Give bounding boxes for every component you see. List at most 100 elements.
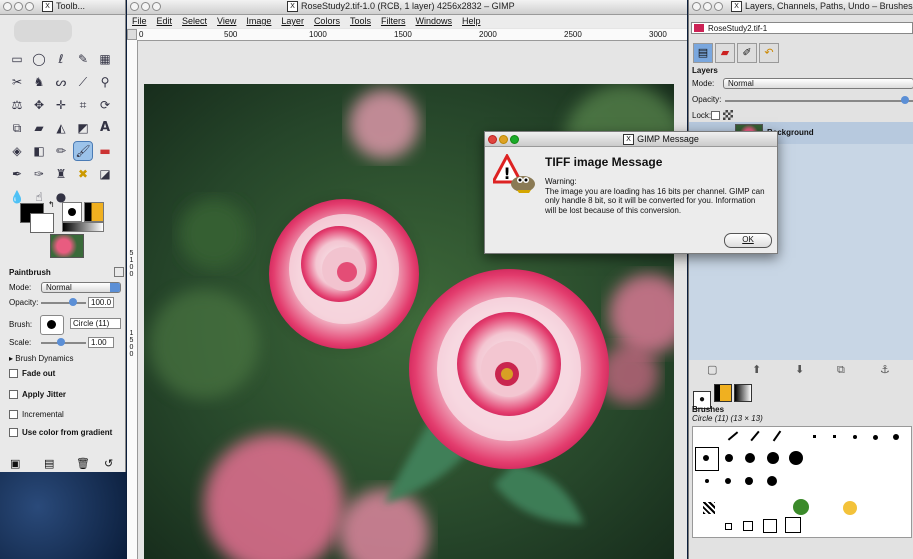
brush-name-field[interactable]: Circle (11) [70, 318, 121, 329]
active-image-thumbnail[interactable] [50, 234, 84, 258]
brush-item[interactable] [743, 521, 753, 531]
toolbox-titlebar[interactable]: X Toolb... [0, 0, 125, 15]
tab-channels-icon[interactable]: ▰ [715, 43, 735, 63]
text-tool-icon[interactable]: A [96, 119, 114, 137]
lower-layer-icon[interactable]: ⬇ [795, 363, 804, 376]
pattern-preview[interactable] [84, 202, 104, 222]
zoom-button[interactable] [152, 2, 161, 11]
move-tool-icon[interactable]: ✥ [30, 96, 48, 114]
ok-button[interactable]: OK [724, 233, 772, 248]
brush-item[interactable] [763, 519, 777, 533]
tab-patterns-icon[interactable] [713, 384, 732, 402]
apply-jitter-checkbox[interactable] [9, 390, 18, 399]
tab-layers-icon[interactable]: ▤ [693, 43, 713, 63]
minimize-button[interactable] [703, 2, 712, 11]
image-titlebar[interactable]: X RoseStudy2.tif-1.0 (RCB, 1 layer) 4256x… [127, 0, 687, 15]
menu-edit[interactable]: Edit [157, 16, 173, 26]
anchor-layer-icon[interactable]: ⚓ [880, 363, 890, 376]
fuzzy-select-tool-icon[interactable]: ✎ [74, 50, 92, 68]
reset-options-icon[interactable]: ↺ [104, 457, 113, 470]
brush-item[interactable] [767, 452, 779, 464]
scale-slider[interactable] [41, 338, 86, 346]
pencil-tool-icon[interactable]: ✏ [52, 142, 70, 160]
tab-gradients-icon[interactable] [734, 384, 753, 402]
ellipse-select-tool-icon[interactable]: ◯ [30, 50, 48, 68]
flip-tool-icon[interactable]: ◩ [74, 119, 92, 137]
rect-select-tool-icon[interactable]: ▭ [8, 50, 26, 68]
scissors-tool-icon[interactable]: ✂ [8, 73, 26, 91]
eraser-tool-icon[interactable]: ▬ [96, 142, 114, 160]
brush-item[interactable] [813, 435, 816, 438]
layers-titlebar[interactable]: X Layers, Channels, Paths, Undo – Brushes [689, 0, 913, 15]
wilber-drop-area[interactable] [14, 20, 72, 42]
image-selector[interactable]: RoseStudy2.tif-1 [691, 22, 913, 34]
brush-item[interactable] [873, 435, 878, 440]
new-layer-icon[interactable]: ▢ [707, 363, 717, 376]
delete-options-icon[interactable]: 🗑 [76, 457, 90, 470]
paintbrush-tool-icon[interactable]: 🖌 [73, 141, 93, 161]
minimize-button[interactable] [499, 135, 508, 144]
dialog-titlebar[interactable]: X GIMP Message [485, 132, 777, 147]
brush-item[interactable] [703, 502, 715, 514]
save-options-icon[interactable]: ▣ [10, 457, 20, 470]
brush-item[interactable] [785, 517, 801, 533]
tab-paths-icon[interactable]: ✐ [737, 43, 757, 63]
menu-colors[interactable]: Colors [314, 16, 340, 26]
brush-button[interactable] [40, 315, 64, 335]
perspective-clone-tool-icon[interactable]: ◪ [96, 165, 114, 183]
align-tool-icon[interactable]: ✛ [52, 96, 70, 114]
brush-item[interactable] [745, 477, 753, 485]
opacity-slider-knob[interactable] [69, 298, 77, 306]
gradient-preview[interactable] [62, 222, 104, 232]
shear-tool-icon[interactable]: ▰ [30, 119, 48, 137]
scale-field[interactable]: 1.00 [88, 337, 114, 348]
minimize-button[interactable] [141, 2, 150, 11]
close-button[interactable] [130, 2, 139, 11]
paths-tool-icon[interactable]: ᔕ [52, 73, 70, 91]
opacity-slider[interactable] [41, 298, 86, 306]
brush-item[interactable] [727, 431, 739, 441]
menu-help[interactable]: Help [462, 16, 481, 26]
menu-view[interactable]: View [217, 16, 236, 26]
ink-tool-icon[interactable]: ✑ [30, 165, 48, 183]
brush-item[interactable] [767, 476, 777, 486]
menu-file[interactable]: File [132, 16, 147, 26]
color-picker-tool-icon[interactable]: ⟋ [74, 73, 92, 91]
brush-item-pepper[interactable] [793, 499, 809, 515]
fade-out-checkbox[interactable] [9, 369, 18, 378]
brush-item[interactable] [833, 435, 836, 438]
airbrush-tool-icon[interactable]: ✒ [8, 165, 26, 183]
layers-mode-select[interactable]: Normal [723, 78, 913, 89]
brush-item[interactable] [725, 523, 732, 530]
scale-slider-knob[interactable] [57, 338, 65, 346]
close-button[interactable] [3, 2, 12, 11]
lock-alpha-icon[interactable] [723, 110, 733, 120]
brush-item[interactable] [745, 453, 755, 463]
brush-item[interactable] [725, 454, 733, 462]
brush-item[interactable] [725, 478, 731, 484]
brush-item[interactable] [789, 451, 803, 465]
brush-preview[interactable] [62, 202, 82, 222]
brush-item-sparks[interactable] [843, 501, 857, 515]
brush-dynamics-expander[interactable]: ▸ Brush Dynamics [9, 354, 74, 363]
layers-opacity-knob[interactable] [901, 96, 909, 104]
brushes-grid[interactable] [692, 426, 912, 538]
minimize-button[interactable] [14, 2, 23, 11]
menu-filters[interactable]: Filters [381, 16, 406, 26]
scale-tool-icon[interactable]: ⧉ [8, 119, 26, 137]
brush-item[interactable] [893, 434, 899, 440]
measure-tool-icon[interactable]: ⚖ [8, 96, 26, 114]
free-select-tool-icon[interactable]: ℓ [52, 50, 70, 68]
close-button[interactable] [488, 135, 497, 144]
foreground-select-tool-icon[interactable]: ♞ [30, 73, 48, 91]
mode-select[interactable]: Normal [41, 282, 121, 293]
opacity-field[interactable]: 100.0 [88, 297, 114, 308]
menu-windows[interactable]: Windows [415, 16, 452, 26]
brush-item[interactable] [705, 479, 709, 483]
zoom-button[interactable] [714, 2, 723, 11]
brush-item[interactable] [750, 430, 760, 442]
crop-tool-icon[interactable]: ⌗ [74, 96, 92, 114]
incremental-checkbox[interactable] [9, 410, 18, 419]
brush-item[interactable] [853, 435, 857, 439]
duplicate-layer-icon[interactable]: ⧉ [837, 363, 845, 377]
